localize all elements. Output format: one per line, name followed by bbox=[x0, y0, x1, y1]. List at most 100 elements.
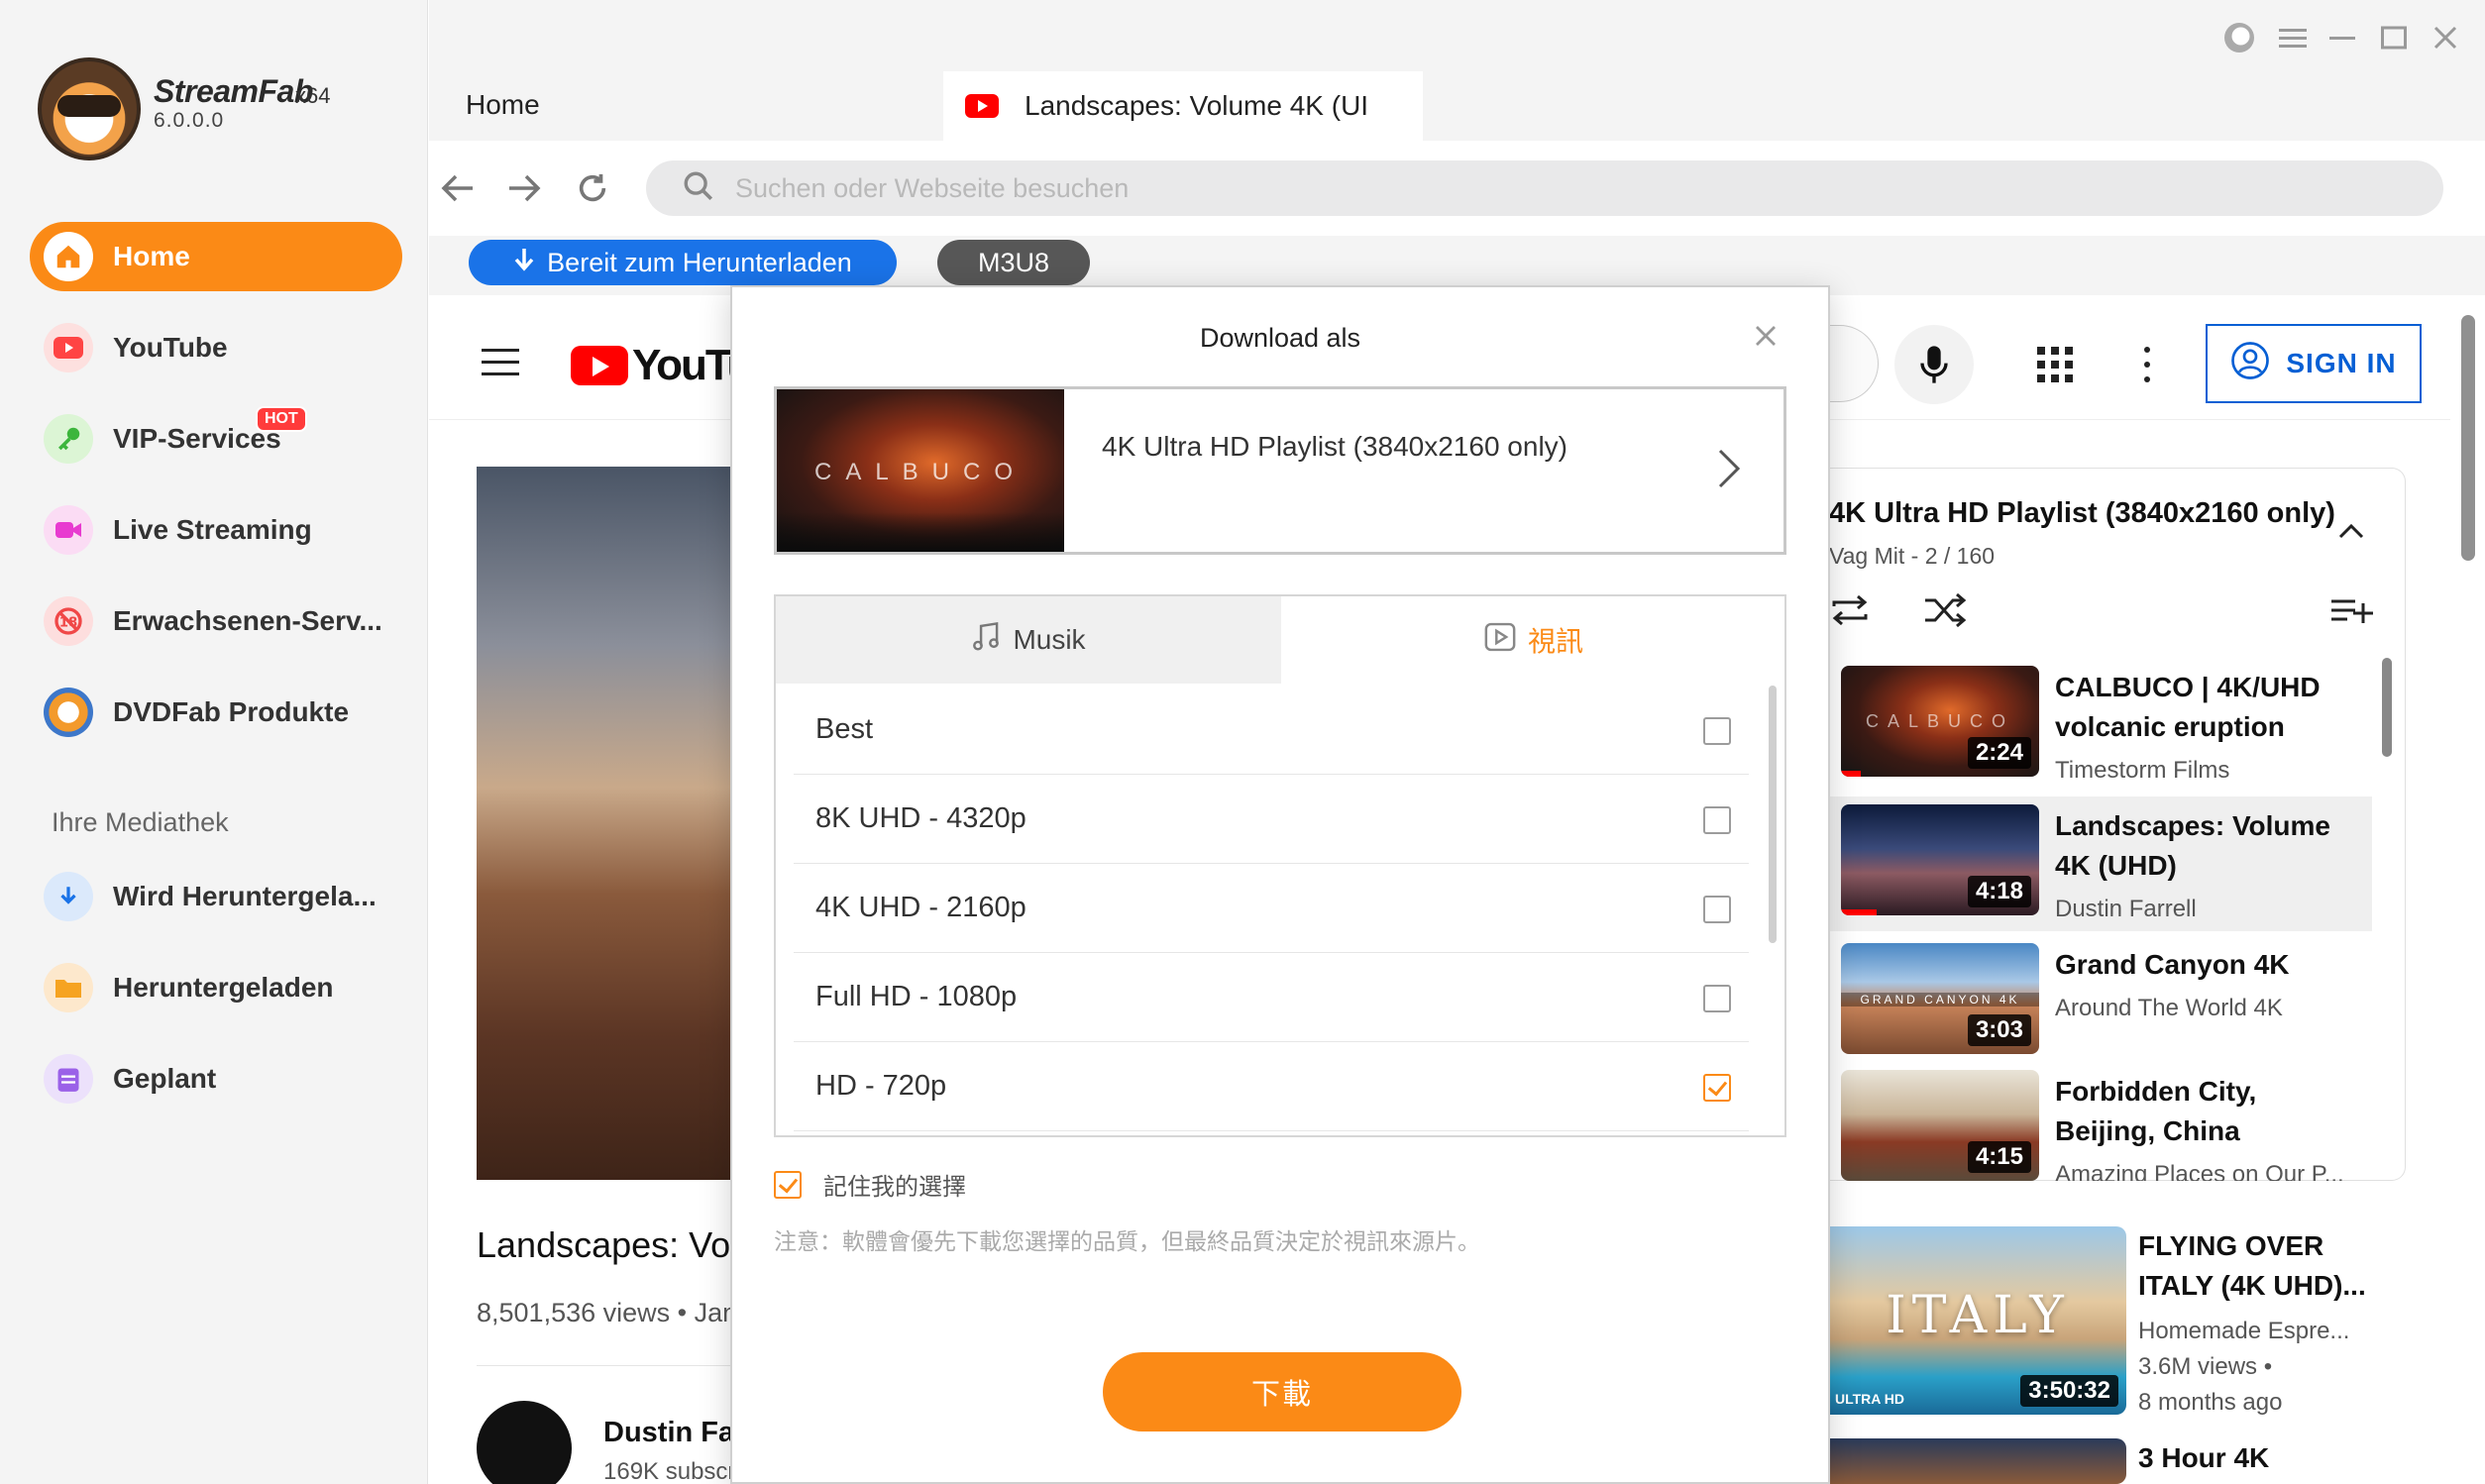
sidebar-item-live-streaming[interactable]: Live Streaming bbox=[30, 495, 402, 565]
ready-to-download-button[interactable]: Bereit zum Herunterladen bbox=[469, 240, 897, 285]
quality-label: 8K UHD - 4320p bbox=[815, 802, 1026, 834]
remember-checkbox[interactable] bbox=[774, 1170, 802, 1199]
close-window-icon[interactable] bbox=[2426, 18, 2465, 57]
minimize-icon[interactable] bbox=[2323, 18, 2362, 57]
sidebar-item-scheduled[interactable]: Geplant bbox=[30, 1044, 402, 1113]
sidebar-item-dvdfab[interactable]: DVDFab Produkte bbox=[30, 678, 402, 747]
playlist-position: Vag Mit - 2 / 160 bbox=[1829, 543, 1996, 569]
download-button[interactable]: 下載 bbox=[1103, 1352, 1461, 1431]
forward-icon[interactable] bbox=[499, 163, 549, 213]
quality-label: 4K UHD - 2160p bbox=[815, 892, 1026, 923]
thumbnail-text: CALBUCO bbox=[813, 459, 1027, 485]
recommended-channel: Homemade Espre... bbox=[2138, 1318, 2350, 1344]
recommended-views: 3.6M views • bbox=[2138, 1353, 2273, 1380]
sign-in-label: SIGN IN bbox=[2286, 348, 2397, 378]
playlist-card[interactable]: CALBUCO 4K Ultra HD Playlist (3840x2160 … bbox=[774, 386, 1786, 555]
playlist-item[interactable]: CALBUCO 2:24 CALBUCO | 4K/UHD volcanic e… bbox=[1829, 658, 2372, 793]
quality-note: 注意：軟體會優先下載您選擇的品質，但最終品質決定於視訊來源片。 bbox=[774, 1228, 1480, 1254]
duration-badge: 4:15 bbox=[1967, 1141, 2031, 1173]
add-to-queue-icon[interactable] bbox=[2328, 590, 2374, 630]
search-icon bbox=[682, 169, 715, 208]
duration-badge: 3:03 bbox=[1967, 1014, 2031, 1046]
dvdfab-icon bbox=[44, 688, 93, 737]
quality-option-8k[interactable]: 8K UHD - 4320p bbox=[794, 775, 1749, 864]
sidebar-item-youtube[interactable]: YouTube bbox=[30, 313, 402, 382]
youtube-icon bbox=[965, 94, 999, 118]
quality-option-720p[interactable]: HD - 720p bbox=[794, 1042, 1749, 1131]
microphone-icon[interactable] bbox=[1894, 325, 1974, 404]
sidebar-item-home[interactable]: Home bbox=[30, 222, 402, 291]
remember-label: 記住我的選擇 bbox=[823, 1174, 966, 1201]
playlist-item[interactable]: 4:15 Forbidden City, Beijing, China [Ama… bbox=[1829, 1062, 2372, 1181]
chevron-right-icon[interactable] bbox=[1708, 439, 1748, 498]
video-title: Landscapes: Volume 4K (UHD) bbox=[477, 1224, 734, 1265]
close-icon[interactable] bbox=[1749, 319, 1783, 353]
recommended-thumbnail bbox=[1829, 1438, 2126, 1484]
sidebar-item-vip-services[interactable]: VIP-Services bbox=[30, 404, 402, 474]
url-bar[interactable] bbox=[646, 160, 2443, 216]
video-views: 8,501,536 views • Jan bbox=[477, 1298, 734, 1327]
quality-checkbox[interactable] bbox=[1703, 806, 1731, 834]
playlist-title[interactable]: 4K Ultra HD Playlist (3840x2160 only) bbox=[1829, 497, 2335, 530]
sidebar-item-downloading[interactable]: Wird Heruntergela... bbox=[30, 862, 402, 931]
remember-choice[interactable]: 記住我的選擇 bbox=[774, 1167, 966, 1202]
tab-video[interactable]: 視訊 bbox=[1281, 596, 1784, 684]
m3u8-button[interactable]: M3U8 bbox=[937, 240, 1090, 285]
sidebar-item-adult-services[interactable]: 18 Erwachsenen-Serv... bbox=[30, 586, 402, 656]
page-scrollbar[interactable] bbox=[2461, 315, 2475, 561]
adult-icon: 18 bbox=[44, 596, 93, 646]
quality-list-scrollbar[interactable] bbox=[1769, 686, 1777, 943]
recommended-thumbnail: ITALY ULTRA HD 3:50:32 bbox=[1829, 1226, 2126, 1415]
theme-icon[interactable] bbox=[2219, 18, 2259, 57]
tab-music-label: Musik bbox=[1013, 624, 1086, 655]
quality-checkbox-checked[interactable] bbox=[1703, 1074, 1731, 1102]
tab-bar bbox=[429, 0, 2485, 141]
quality-checkbox[interactable] bbox=[1703, 896, 1731, 923]
dialog-title: Download als bbox=[1199, 323, 1361, 353]
apps-grid-icon[interactable] bbox=[2037, 347, 2073, 382]
app-arch: x64 bbox=[295, 83, 331, 108]
library-title: Ihre Mediathek bbox=[52, 807, 229, 837]
reload-icon[interactable] bbox=[568, 163, 617, 213]
menu-icon[interactable] bbox=[2273, 18, 2313, 57]
sidebar-item-downloaded[interactable]: Heruntergeladen bbox=[30, 953, 402, 1022]
divider bbox=[477, 1365, 734, 1366]
playlist-item[interactable]: GRAND CANYON 4K 3:03 Grand Canyon 4K Aro… bbox=[1829, 935, 2372, 1070]
playlist-thumbnail: CALBUCO 2:24 bbox=[1841, 666, 2039, 777]
quality-option-best[interactable]: Best bbox=[794, 686, 1749, 775]
sidebar-item-label: Heruntergeladen bbox=[113, 972, 334, 1003]
playlist-card-title: 4K Ultra HD Playlist (3840x2160 only) bbox=[1102, 431, 1567, 462]
recommended-video[interactable]: 3 Hour 4K bbox=[1829, 1438, 2424, 1484]
quality-checkbox[interactable] bbox=[1703, 985, 1731, 1012]
tab-home[interactable]: Home bbox=[466, 89, 540, 121]
watch-progress bbox=[1841, 771, 1861, 777]
playlist-item-title: Grand Canyon 4K bbox=[2055, 949, 2290, 980]
back-icon[interactable] bbox=[433, 163, 483, 213]
channel-name[interactable]: Dustin Farrell bbox=[603, 1417, 732, 1449]
collapse-icon[interactable] bbox=[2336, 517, 2366, 547]
recommended-video[interactable]: ITALY ULTRA HD 3:50:32 FLYING OVER ITALY… bbox=[1829, 1226, 2424, 1425]
tab-landscapes[interactable]: Landscapes: Volume 4K (UI bbox=[943, 71, 1423, 141]
quality-option-4k[interactable]: 4K UHD - 2160p bbox=[794, 864, 1749, 953]
video-player[interactable] bbox=[477, 467, 734, 1180]
download-arrow-icon bbox=[513, 247, 535, 279]
tab-video-label: 視訊 bbox=[1527, 626, 1583, 657]
sign-in-button[interactable]: SIGN IN bbox=[2206, 324, 2422, 403]
playlist-scrollbar[interactable] bbox=[2382, 658, 2392, 757]
more-options-icon[interactable] bbox=[2142, 347, 2152, 382]
quality-option-1080p[interactable]: Full HD - 1080p bbox=[794, 953, 1749, 1042]
recommended-age: 8 months ago bbox=[2138, 1389, 2283, 1416]
playlist-item-current[interactable]: 4:18 Landscapes: Volume 4K (UHD) Dustin … bbox=[1829, 796, 2372, 931]
streamfab-logo-icon bbox=[38, 57, 141, 160]
loop-icon[interactable] bbox=[1827, 590, 1873, 630]
quality-checkbox[interactable] bbox=[1703, 717, 1731, 745]
maximize-icon[interactable] bbox=[2374, 18, 2414, 57]
url-input[interactable] bbox=[735, 172, 2321, 204]
tab-music[interactable]: Musik bbox=[776, 596, 1281, 684]
shuffle-icon[interactable] bbox=[1922, 590, 1968, 630]
hamburger-menu-icon[interactable] bbox=[482, 349, 519, 384]
download-as-dialog: Download als CALBUCO 4K Ultra HD Playlis… bbox=[730, 285, 1830, 1484]
sidebar-item-label: DVDFab Produkte bbox=[113, 696, 350, 727]
home-icon bbox=[44, 232, 93, 281]
recommended-title: FLYING OVER ITALY (4K UHD)... bbox=[2138, 1230, 2366, 1301]
